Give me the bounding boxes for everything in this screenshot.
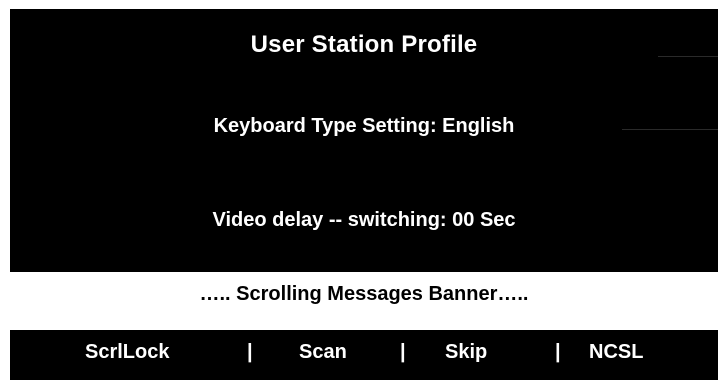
ncsl-key[interactable]: NCSL xyxy=(589,341,643,364)
scan-key[interactable]: Scan xyxy=(299,341,347,364)
video-delay-switching-setting[interactable]: Video delay -- switching: 00 Sec xyxy=(10,209,718,232)
key-separator: | xyxy=(247,341,253,363)
key-separator: | xyxy=(400,341,406,363)
function-key-bar: ScrlLock | Scan | Skip | NCSL xyxy=(10,341,718,371)
scroll-lock-key[interactable]: ScrlLock xyxy=(85,341,169,364)
divider-line xyxy=(622,129,718,130)
scrolling-messages-banner: ….. Scrolling Messages Banner….. xyxy=(10,272,718,330)
page-title: User Station Profile xyxy=(250,31,478,58)
divider-line xyxy=(658,56,718,57)
skip-key[interactable]: Skip xyxy=(445,341,487,364)
user-station-profile-screen: User Station Profile Keyboard Type Setti… xyxy=(10,9,718,380)
key-separator: | xyxy=(555,341,561,363)
keyboard-type-setting[interactable]: Keyboard Type Setting: English xyxy=(10,115,718,138)
banner-text: ….. Scrolling Messages Banner….. xyxy=(199,282,529,305)
